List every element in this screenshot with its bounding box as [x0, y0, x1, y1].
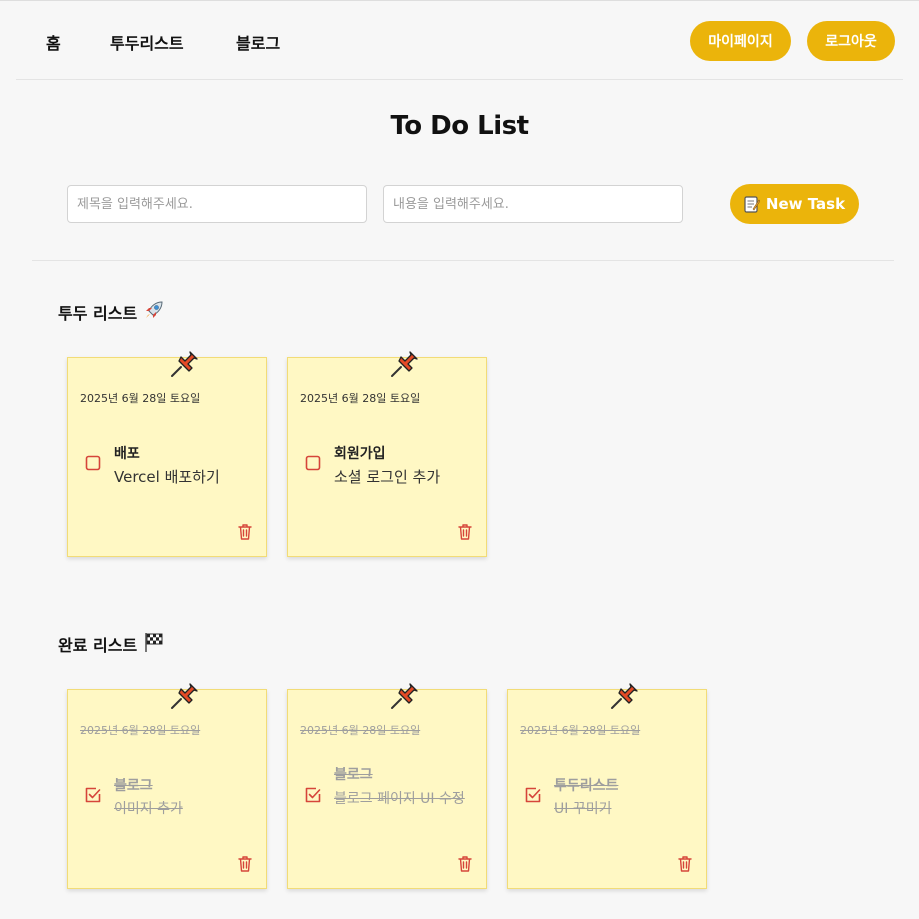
- card-title: 투두리스트: [554, 778, 619, 794]
- todo-card: 2025년 6월 28일 토요일 배포 Vercel 배포하기: [67, 351, 267, 557]
- new-task-label: New Task: [765, 195, 846, 213]
- rocket-icon: [143, 299, 165, 325]
- done-section-title: 완료 리스트: [58, 631, 165, 657]
- page-title: To Do List: [390, 111, 529, 141]
- checkbox-checked-icon[interactable]: [305, 787, 321, 803]
- nav-home-link[interactable]: 홈: [46, 30, 61, 54]
- card-body: 블로그 페이지 UI 수정: [334, 791, 465, 807]
- card-title: 회원가입: [334, 446, 386, 462]
- done-section-label: 완료 리스트: [58, 636, 138, 655]
- checkbox-unchecked-icon[interactable]: [305, 455, 321, 471]
- logout-button[interactable]: 로그아웃: [807, 21, 895, 61]
- done-card: 2025년 6월 28일 토요일 블로그 블로그 페이지 UI 수정: [287, 683, 487, 889]
- pushpin-icon: [166, 682, 200, 712]
- memo-icon: [744, 195, 761, 213]
- mypage-button[interactable]: 마이페이지: [690, 21, 791, 61]
- card-date: 2025년 6월 28일 토요일: [300, 392, 421, 405]
- todo-card: 2025년 6월 28일 토요일 회원가입 소셜 로그인 추가: [287, 351, 487, 557]
- pushpin-icon: [166, 350, 200, 380]
- checkbox-unchecked-icon[interactable]: [85, 455, 101, 471]
- pushpin-icon: [386, 682, 420, 712]
- checkered-flag-icon: [143, 631, 165, 657]
- card-title: 블로그: [114, 778, 153, 794]
- card-body: 이미지 추가: [114, 801, 183, 817]
- checkbox-checked-icon[interactable]: [85, 787, 101, 803]
- done-card: 2025년 6월 28일 토요일 투두리스트 UI 꾸미기: [507, 683, 707, 889]
- checkbox-checked-icon[interactable]: [525, 787, 541, 803]
- trash-icon[interactable]: [237, 855, 253, 873]
- nav-todolist-link[interactable]: 투두리스트: [110, 30, 184, 54]
- card-title: 배포: [114, 446, 140, 462]
- pushpin-icon: [606, 682, 640, 712]
- trash-icon[interactable]: [677, 855, 693, 873]
- nav-blog-link[interactable]: 블로그: [236, 30, 280, 54]
- trash-icon[interactable]: [457, 523, 473, 541]
- content-input[interactable]: [383, 185, 683, 223]
- section-divider: [32, 260, 894, 261]
- todo-section-label: 투두 리스트: [58, 304, 138, 323]
- card-body: Vercel 배포하기: [114, 468, 220, 486]
- page: 홈 투두리스트 블로그 마이페이지 로그아웃 To Do List New Ta…: [0, 0, 919, 919]
- top-nav: 홈 투두리스트 블로그 마이페이지 로그아웃: [16, 1, 903, 80]
- title-input[interactable]: [67, 185, 367, 223]
- pushpin-icon: [386, 350, 420, 380]
- card-body: 소셜 로그인 추가: [334, 468, 441, 486]
- card-date: 2025년 6월 28일 토요일: [300, 724, 421, 737]
- card-body: UI 꾸미기: [554, 801, 612, 817]
- done-card: 2025년 6월 28일 토요일 블로그 이미지 추가: [67, 683, 267, 889]
- card-title: 블로그: [334, 767, 373, 783]
- card-date: 2025년 6월 28일 토요일: [80, 392, 201, 405]
- card-date: 2025년 6월 28일 토요일: [520, 724, 641, 737]
- todo-section-title: 투두 리스트: [58, 299, 165, 325]
- new-task-button[interactable]: New Task: [730, 184, 859, 224]
- card-date: 2025년 6월 28일 토요일: [80, 724, 201, 737]
- trash-icon[interactable]: [237, 523, 253, 541]
- trash-icon[interactable]: [457, 855, 473, 873]
